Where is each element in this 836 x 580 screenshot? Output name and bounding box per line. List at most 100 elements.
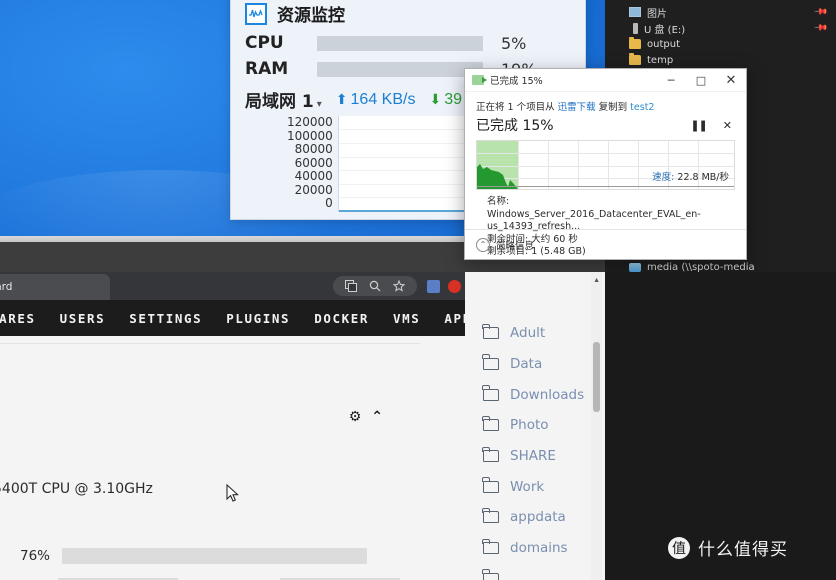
browser-tab[interactable]: shboard bbox=[0, 274, 110, 300]
speed-label: 速度: bbox=[652, 172, 675, 183]
resource-monitor-title: 资源监控 bbox=[277, 6, 345, 26]
sidebar-item-label: 图片 bbox=[647, 8, 667, 20]
transfer-controls: ❚❚ ✕ bbox=[690, 119, 735, 132]
transfer-description: 正在将 1 个项目从 迅雷下载 复制到 test2 bbox=[476, 99, 735, 113]
pin-icon[interactable]: 📌 bbox=[813, 4, 828, 19]
folder-list-scrollbar-track[interactable] bbox=[591, 272, 602, 580]
watermark: 值 什么值得买 bbox=[668, 535, 788, 560]
cancel-button[interactable]: ✕ bbox=[723, 119, 732, 132]
network-adapter-label: 局域网 1 bbox=[245, 92, 314, 112]
gear-icon[interactable]: ⚙ bbox=[349, 408, 362, 425]
list-item[interactable]: Adult bbox=[465, 318, 605, 349]
folder-icon bbox=[482, 323, 499, 340]
list-item[interactable]: domains bbox=[465, 533, 605, 564]
cpu-percent: 5% bbox=[501, 33, 527, 53]
omnibox-action-chip bbox=[333, 276, 417, 296]
sidebar-item-label: temp bbox=[647, 54, 674, 66]
total-bar-track bbox=[62, 548, 367, 564]
y-tick: 60000 bbox=[294, 155, 333, 170]
nav-item-vms[interactable]: VMS bbox=[381, 311, 432, 326]
graph-baseline bbox=[477, 186, 734, 187]
file-copy-dialog: 已完成 15% ─ □ ✕ 正在将 1 个项目从 迅雷下载 复制到 test2 … bbox=[464, 68, 747, 260]
nav-item-shares[interactable]: HARES bbox=[0, 311, 48, 326]
chevron-up-icon[interactable]: ⌃ bbox=[371, 408, 383, 425]
list-item[interactable] bbox=[465, 564, 605, 580]
scroll-up-icon[interactable]: ▲ bbox=[593, 277, 600, 284]
screenshot-root: 资源监控 CPU 5% RAM 19% 局域网 1▾ ⬆ 164 KB/s bbox=[0, 0, 836, 580]
dialog-titlebar[interactable]: 已完成 15% ─ □ ✕ bbox=[465, 69, 746, 92]
bookmark-star-icon[interactable] bbox=[392, 279, 406, 293]
progress-text: 已完成 15% bbox=[476, 118, 554, 134]
sidebar-item-usb-drive[interactable]: U 盘 (E:) 📌 bbox=[605, 20, 836, 36]
destination-link[interactable]: test2 bbox=[630, 102, 654, 113]
search-icon[interactable] bbox=[368, 279, 382, 293]
dialog-footer[interactable]: ⌃ 简略信息 bbox=[465, 229, 746, 259]
pause-button[interactable]: ❚❚ bbox=[690, 119, 707, 132]
mouse-cursor bbox=[226, 484, 239, 502]
sidebar-item-label: U 盘 (E:) bbox=[644, 24, 686, 36]
download-speed-value: 39 bbox=[444, 90, 462, 108]
pin-icon[interactable]: 📌 bbox=[813, 20, 828, 35]
ram-progress-track bbox=[317, 61, 483, 77]
bar-row-total: 76% bbox=[0, 541, 400, 571]
folder-icon bbox=[482, 477, 499, 493]
list-item[interactable]: Photo bbox=[465, 410, 605, 441]
nav-item-plugins[interactable]: PLUGINS bbox=[214, 311, 302, 326]
nav-item-docker[interactable]: DOCKER bbox=[302, 311, 381, 326]
adblock-icon[interactable] bbox=[448, 279, 461, 293]
panel-controls: ⚙ ⌃ bbox=[349, 408, 383, 425]
y-tick: 20000 bbox=[294, 182, 333, 197]
ram-label: RAM bbox=[245, 59, 289, 79]
y-tick: 120000 bbox=[287, 115, 333, 129]
detail-name-row: 名称: Windows_Server_2016_Datacenter_EVAL_… bbox=[487, 196, 724, 234]
list-item[interactable]: Data bbox=[465, 349, 605, 380]
usb-drive-icon bbox=[633, 22, 638, 34]
list-item[interactable]: Work bbox=[465, 471, 605, 502]
list-item[interactable]: Downloads bbox=[465, 379, 605, 410]
y-tick: 0 bbox=[325, 196, 333, 210]
speed-value: 22.8 MB/秒 bbox=[677, 172, 729, 183]
name-label: 名称: bbox=[487, 196, 510, 207]
y-tick: 100000 bbox=[287, 128, 333, 143]
nav-item-settings[interactable]: SETTINGS bbox=[117, 311, 214, 326]
bar-row-1: 93% 59% bbox=[0, 571, 400, 580]
folder-label: Work bbox=[510, 478, 545, 495]
share-folder-list: ▲ Adult Data Downloads Photo SHARE Work bbox=[465, 272, 605, 580]
cpu-label: CPU bbox=[245, 33, 284, 53]
folder-label: Downloads bbox=[510, 386, 585, 403]
translate-icon[interactable] bbox=[344, 279, 358, 293]
progress-row: 已完成 15% ❚❚ ✕ bbox=[476, 115, 735, 135]
y-tick: 40000 bbox=[294, 169, 333, 183]
folder-list-scrollbar-thumb[interactable] bbox=[593, 342, 600, 412]
sidebar-item-pictures[interactable]: 图片 📌 bbox=[605, 4, 836, 20]
browser-tab-title: shboard bbox=[0, 281, 13, 293]
network-adapter-selector[interactable]: 局域网 1 ▾ bbox=[245, 87, 322, 112]
source-link[interactable]: 迅雷下载 bbox=[558, 102, 596, 113]
folder-icon bbox=[482, 385, 499, 401]
folder-icon bbox=[482, 569, 499, 580]
maximize-button[interactable]: □ bbox=[686, 69, 716, 92]
y-tick: 80000 bbox=[294, 142, 333, 156]
cpu-progress-track bbox=[317, 35, 483, 51]
details-toggle-label: 简略信息 bbox=[496, 240, 535, 252]
list-item[interactable]: SHARE bbox=[465, 441, 605, 472]
download-speed: ⬇ 39 bbox=[429, 91, 462, 109]
resource-monitor-header: 资源监控 bbox=[231, 0, 585, 30]
copy-icon bbox=[472, 75, 487, 85]
folder-icon bbox=[482, 538, 499, 555]
panel-divider bbox=[0, 343, 420, 344]
cpu-row: CPU 5% bbox=[231, 30, 585, 56]
folder-icon bbox=[629, 53, 641, 65]
desktop-dark-region bbox=[605, 272, 836, 580]
folder-label: SHARE bbox=[510, 448, 556, 465]
folder-icon bbox=[482, 354, 499, 371]
folder-icon bbox=[482, 507, 499, 524]
nav-item-users[interactable]: USERS bbox=[48, 311, 118, 326]
sidebar-item-temp[interactable]: temp bbox=[605, 52, 836, 68]
network-drive-icon bbox=[629, 262, 641, 272]
close-button[interactable]: ✕ bbox=[716, 69, 746, 92]
list-item[interactable]: appdata bbox=[465, 502, 605, 533]
minimize-button[interactable]: ─ bbox=[656, 69, 686, 92]
extensions-icon[interactable] bbox=[427, 279, 440, 293]
sidebar-item-output[interactable]: output bbox=[605, 36, 836, 52]
